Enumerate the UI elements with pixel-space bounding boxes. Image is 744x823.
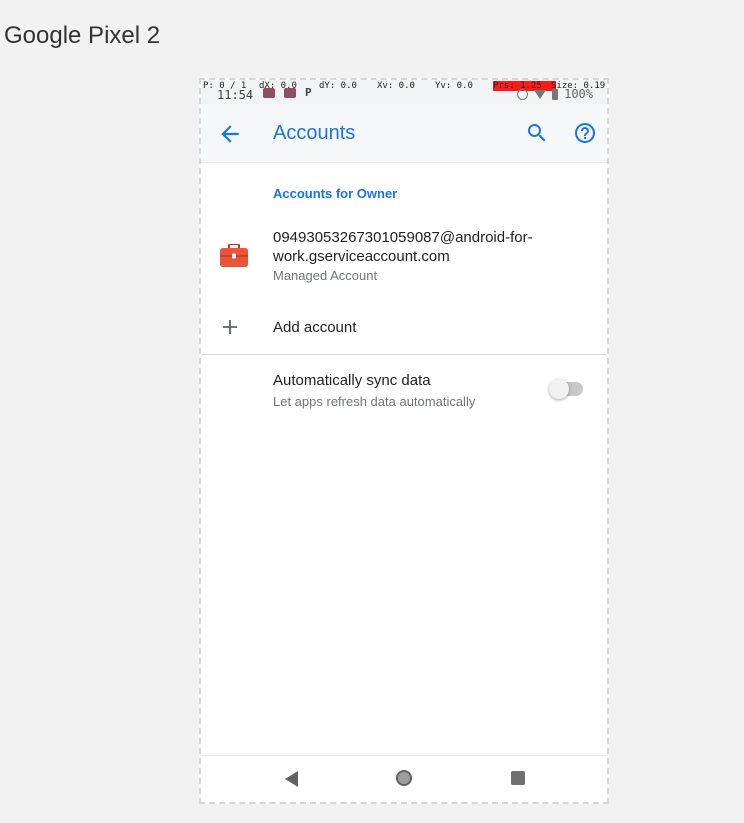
search-icon[interactable] [525,121,549,145]
arrow-back-icon[interactable] [217,121,243,147]
nav-recents-icon[interactable] [511,771,525,785]
parking-icon: P [305,86,312,99]
divider [201,354,607,355]
debug-pointer: P: 0 / 1 [203,81,247,91]
debug-yv: Yv: 0.0 [435,81,473,91]
app-bar: Accounts [201,104,607,163]
add-account-label: Add account [273,319,357,336]
auto-sync-setting[interactable]: Automatically sync data Let apps refresh… [201,364,607,414]
account-email: 09493053267301059087@android-for-work.gs… [273,229,533,265]
nav-back-icon[interactable] [285,771,298,787]
device-label: Google Pixel 2 [4,22,161,49]
help-icon[interactable] [573,121,597,145]
account-type: Managed Account [273,268,378,283]
nav-home-icon[interactable] [396,770,412,786]
page-title: Accounts [273,122,356,144]
phone-screen: 11:54 P P: 0 / 1 dX: 0.0 dY: 0.0 Xv: 0.0… [199,78,609,804]
status-icons: 100% [517,87,593,101]
status-bar: 11:54 P P: 0 / 1 dX: 0.0 dY: 0.0 Xv: 0.0… [201,80,607,104]
wifi-icon [534,89,547,99]
briefcase-icon [219,243,249,268]
account-item[interactable]: 09493053267301059087@android-for-work.gs… [201,220,607,290]
battery-level: 100% [564,87,593,101]
plus-icon [221,318,239,336]
toggle-thumb [549,379,569,399]
debug-xv: Xv: 0.0 [377,81,415,91]
battery-icon [552,88,559,100]
data-saver-icon [517,88,529,100]
debug-dy: dY: 0.0 [319,81,357,91]
add-account-button[interactable]: Add account [201,308,607,350]
sync-title: Automatically sync data [273,372,431,389]
debug-dx: dX: 0.0 [259,81,297,91]
navigation-bar [201,755,607,802]
section-title: Accounts for Owner [273,186,398,201]
sync-subtitle: Let apps refresh data automatically [273,394,476,409]
sync-toggle[interactable] [549,379,583,399]
